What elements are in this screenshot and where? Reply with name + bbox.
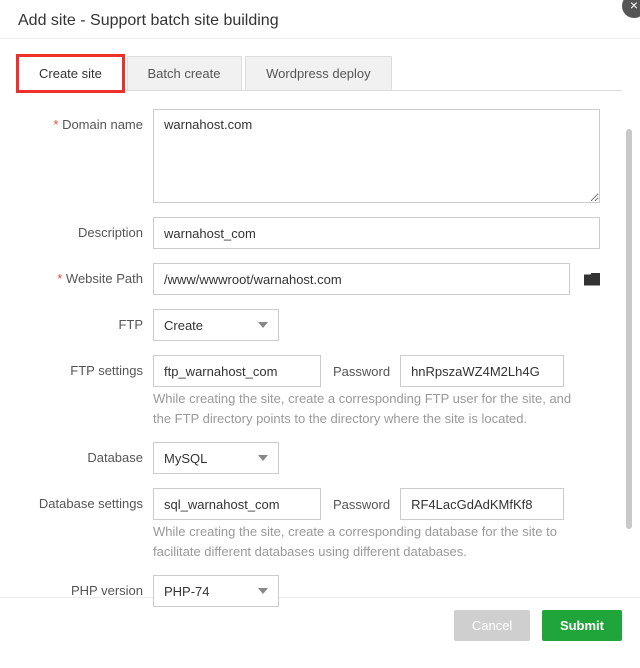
folder-icon[interactable] <box>584 273 600 286</box>
hint-database: While creating the site, create a corres… <box>153 522 600 561</box>
submit-button[interactable]: Submit <box>542 610 622 641</box>
label-description: Description <box>18 217 153 249</box>
label-ftp: FTP <box>18 309 153 341</box>
label-database-settings: Database settings <box>18 488 153 520</box>
domain-input[interactable] <box>153 109 600 203</box>
chevron-down-icon <box>258 455 268 461</box>
label-ftp-settings: FTP settings <box>18 355 153 387</box>
php-select-value: PHP-74 <box>164 584 210 599</box>
path-input[interactable] <box>153 263 570 295</box>
ftp-select-value: Create <box>164 318 203 333</box>
label-ftp-password: Password <box>333 364 390 379</box>
scrollbar[interactable] <box>626 129 632 529</box>
label-php: PHP version <box>18 575 153 607</box>
database-select-value: MySQL <box>164 451 207 466</box>
ftp-user-input[interactable] <box>153 355 321 387</box>
ftp-password-input[interactable] <box>400 355 564 387</box>
label-domain: Domain name <box>18 109 153 141</box>
ftp-select[interactable]: Create <box>153 309 279 341</box>
description-input[interactable] <box>153 217 600 249</box>
label-database: Database <box>18 442 153 474</box>
cancel-button[interactable]: Cancel <box>454 610 530 641</box>
label-path: Website Path <box>18 263 153 295</box>
tab-wordpress-deploy[interactable]: Wordpress deploy <box>245 56 392 90</box>
tab-row: Create site Batch create Wordpress deplo… <box>18 55 622 91</box>
tab-batch-create[interactable]: Batch create <box>127 56 242 90</box>
chevron-down-icon <box>258 588 268 594</box>
label-db-password: Password <box>333 497 390 512</box>
database-select[interactable]: MySQL <box>153 442 279 474</box>
chevron-down-icon <box>258 322 268 328</box>
hint-ftp: While creating the site, create a corres… <box>153 389 600 428</box>
tab-create-site[interactable]: Create site <box>18 56 123 91</box>
modal-title: Add site - Support batch site building <box>0 0 640 39</box>
add-site-modal: × Add site - Support batch site building… <box>0 0 640 668</box>
database-user-input[interactable] <box>153 488 321 520</box>
database-password-input[interactable] <box>400 488 564 520</box>
php-select[interactable]: PHP-74 <box>153 575 279 607</box>
